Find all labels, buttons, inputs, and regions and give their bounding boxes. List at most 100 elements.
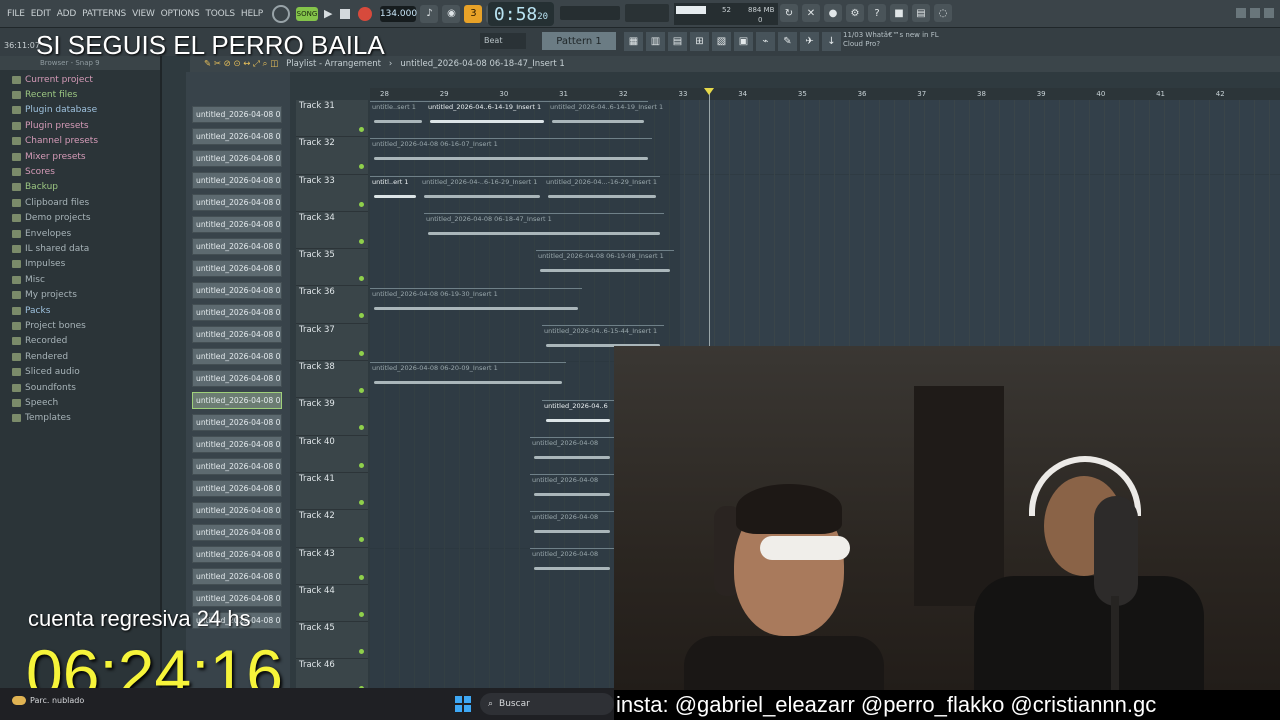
audio-clip[interactable]: untitled_2026-04...-16-29_Insert 1 [544, 176, 660, 211]
audio-clip[interactable]: untitled_2026-04-08 06-16-07_Insert 1 [370, 138, 652, 173]
browser-folder[interactable]: Sliced audio [0, 364, 160, 379]
clip-list-item[interactable]: untitled_2026-04-08 06-... [192, 392, 282, 409]
track-mute-led[interactable] [359, 462, 364, 468]
clip-list-item[interactable]: untitled_2026-04-08 06-... [192, 370, 282, 387]
maximize-button[interactable] [1250, 8, 1260, 18]
clip-list-item[interactable]: untitled_2026-04-08 06-... [192, 260, 282, 277]
save-icon[interactable]: ■ [890, 4, 908, 22]
time-display[interactable]: 0:58 20 [488, 2, 554, 26]
clip-list-item[interactable]: untitled_2026-04-08 06-... [192, 590, 282, 607]
browser-folder[interactable]: Current project [0, 72, 160, 87]
browser-folder[interactable]: Speech [0, 395, 160, 410]
browser-folder[interactable]: Impulses [0, 257, 160, 272]
track-header[interactable]: Track 45 [296, 622, 368, 660]
metronome-icon[interactable]: ♪ [420, 4, 439, 23]
clip-list-item[interactable]: untitled_2026-04-08 06-... [192, 480, 282, 497]
audio-clip[interactable]: untitled_2026-04-08 [530, 548, 614, 583]
playhead-marker[interactable] [704, 88, 714, 95]
clip-list-item[interactable]: untitled_2026-04-08 06-... [192, 326, 282, 343]
audio-clip[interactable]: untitled_2026-04-08 06-18-47_Insert 1 [424, 213, 664, 248]
browser-folder[interactable]: Recorded [0, 334, 160, 349]
clip-list-item[interactable]: untitled_2026-04-08 06-... [192, 348, 282, 365]
browser-folder[interactable]: IL shared data [0, 241, 160, 256]
track-header[interactable]: Track 44 [296, 585, 368, 623]
track-mute-led[interactable] [359, 164, 364, 170]
track-header[interactable]: Track 33 [296, 175, 368, 212]
weather-widget[interactable]: Parc. nublado [12, 696, 84, 705]
browser-folder[interactable]: Misc [0, 272, 160, 287]
countdown-icon[interactable]: 3 [464, 4, 483, 23]
playlist-icon[interactable]: ▦ [624, 32, 643, 51]
audio-clip[interactable]: untitled_2026-04-08 [530, 511, 614, 546]
hint-icon[interactable] [271, 4, 290, 23]
browser-folder[interactable]: Scores [0, 164, 160, 179]
clip-list-item[interactable]: untitled_2026-04-08 05-... [192, 106, 282, 123]
help-icon[interactable]: ? [868, 4, 886, 22]
track-header[interactable]: Track 39 [296, 398, 368, 436]
audio-clip[interactable]: untitled_2026-04..6-14-19_Insert 1 [548, 101, 663, 136]
clip-list-item[interactable]: untitled_2026-04-08 06-... [192, 568, 282, 585]
audio-clip[interactable]: untitled_2026-04-..6-16-29_Insert 1 [420, 176, 544, 211]
plugin-icon[interactable]: ⚙ [846, 4, 864, 22]
menu-item-add[interactable]: ADD [54, 9, 79, 19]
refresh-icon[interactable]: ↻ [780, 4, 798, 22]
track-mute-led[interactable] [359, 350, 364, 356]
clip-list-item[interactable]: untitled_2026-04-08 06-... [192, 414, 282, 431]
audio-clip[interactable]: untitle..sert 1 [370, 101, 426, 136]
tempo-display[interactable]: 134.000 [380, 5, 417, 22]
pattern-selector[interactable]: Pattern 1 [542, 32, 616, 50]
track-header[interactable]: Track 37 [296, 324, 368, 362]
mixer-icon[interactable]: ⊞ [690, 32, 709, 51]
track-mute-led[interactable] [359, 649, 364, 655]
browser-folder[interactable]: Mixer presets [0, 149, 160, 164]
browser-folder[interactable]: Clipboard files [0, 195, 160, 210]
track-mute-led[interactable] [359, 127, 364, 132]
track-mute-led[interactable] [359, 537, 364, 543]
track-mute-led[interactable] [359, 388, 364, 394]
track-mute-led[interactable] [359, 425, 364, 431]
track-mute-led[interactable] [359, 313, 364, 319]
audio-clip[interactable]: untitled_2026-04-08 06-20-09_Insert 1 [370, 362, 566, 397]
play-button[interactable]: ▶ [324, 7, 332, 20]
clip-list-item[interactable]: untitled_2026-04-08 06-... [192, 502, 282, 519]
browser-folder[interactable]: Templates [0, 411, 160, 426]
track-header[interactable]: Track 35 [296, 249, 368, 287]
menu-item-view[interactable]: VIEW [129, 9, 158, 19]
audio-clip[interactable]: untitled_2026-04-08 06-19-08_Insert 1 [536, 250, 674, 285]
track-header[interactable]: Track 38 [296, 361, 368, 399]
clip-list-item[interactable]: untitled_2026-04-08 06-... [192, 304, 282, 321]
clip-list-item[interactable]: untitled_2026-04-08 06-... [192, 546, 282, 563]
audio-clip[interactable]: untitled_2026-04..6 [542, 400, 614, 435]
track-header[interactable]: Track 31 [296, 100, 368, 138]
browser-folder[interactable]: Backup [0, 180, 160, 195]
track-mute-led[interactable] [359, 611, 364, 617]
news-panel[interactable]: 11/03 Whatâ€™s new in FL Cloud Pro? [843, 31, 949, 53]
track-mute-led[interactable] [359, 574, 364, 580]
audio-clip[interactable]: untitl..ert 1 [370, 176, 420, 211]
snap-selector[interactable]: Beat [480, 33, 526, 49]
clip-list-item[interactable]: untitled_2026-04-08 05-... [192, 172, 282, 189]
track-mute-led[interactable] [359, 238, 364, 244]
track-header[interactable]: Track 36 [296, 286, 368, 324]
record-button[interactable] [358, 6, 373, 21]
clip-list-item[interactable]: untitled_2026-04-08 06-... [192, 436, 282, 453]
piano-roll-icon[interactable]: ▥ [646, 32, 665, 51]
browser-folder[interactable]: Plugin presets [0, 118, 160, 133]
menu-item-tools[interactable]: TOOLS [202, 9, 237, 19]
bird-icon[interactable]: ✈ [800, 32, 819, 51]
clip-list-item[interactable]: untitled_2026-04-08 05-... [192, 128, 282, 145]
close-button[interactable] [1264, 8, 1274, 18]
track-header[interactable]: Track 34 [296, 212, 368, 250]
browser-folder[interactable]: Project bones [0, 318, 160, 333]
timeline-ruler[interactable]: 28 29 30 31 32 33 34 35 36 37 38 39 40 41 42 [370, 88, 1280, 100]
audio-clip[interactable]: untitled_2026-04-08 06-19-30_Insert 1 [370, 288, 582, 323]
browser-folder[interactable]: Channel presets [0, 134, 160, 149]
plug-icon[interactable]: ⌁ [756, 32, 775, 51]
browser-folder[interactable]: My projects [0, 287, 160, 302]
browser-folder[interactable]: Recent files [0, 87, 160, 102]
browser-folder[interactable]: Plugin database [0, 103, 160, 118]
track-mute-led[interactable] [359, 499, 364, 505]
microphone-icon[interactable]: ● [824, 4, 842, 22]
stop-button[interactable] [340, 8, 351, 19]
channel-rack-icon[interactable]: ▤ [668, 32, 687, 51]
